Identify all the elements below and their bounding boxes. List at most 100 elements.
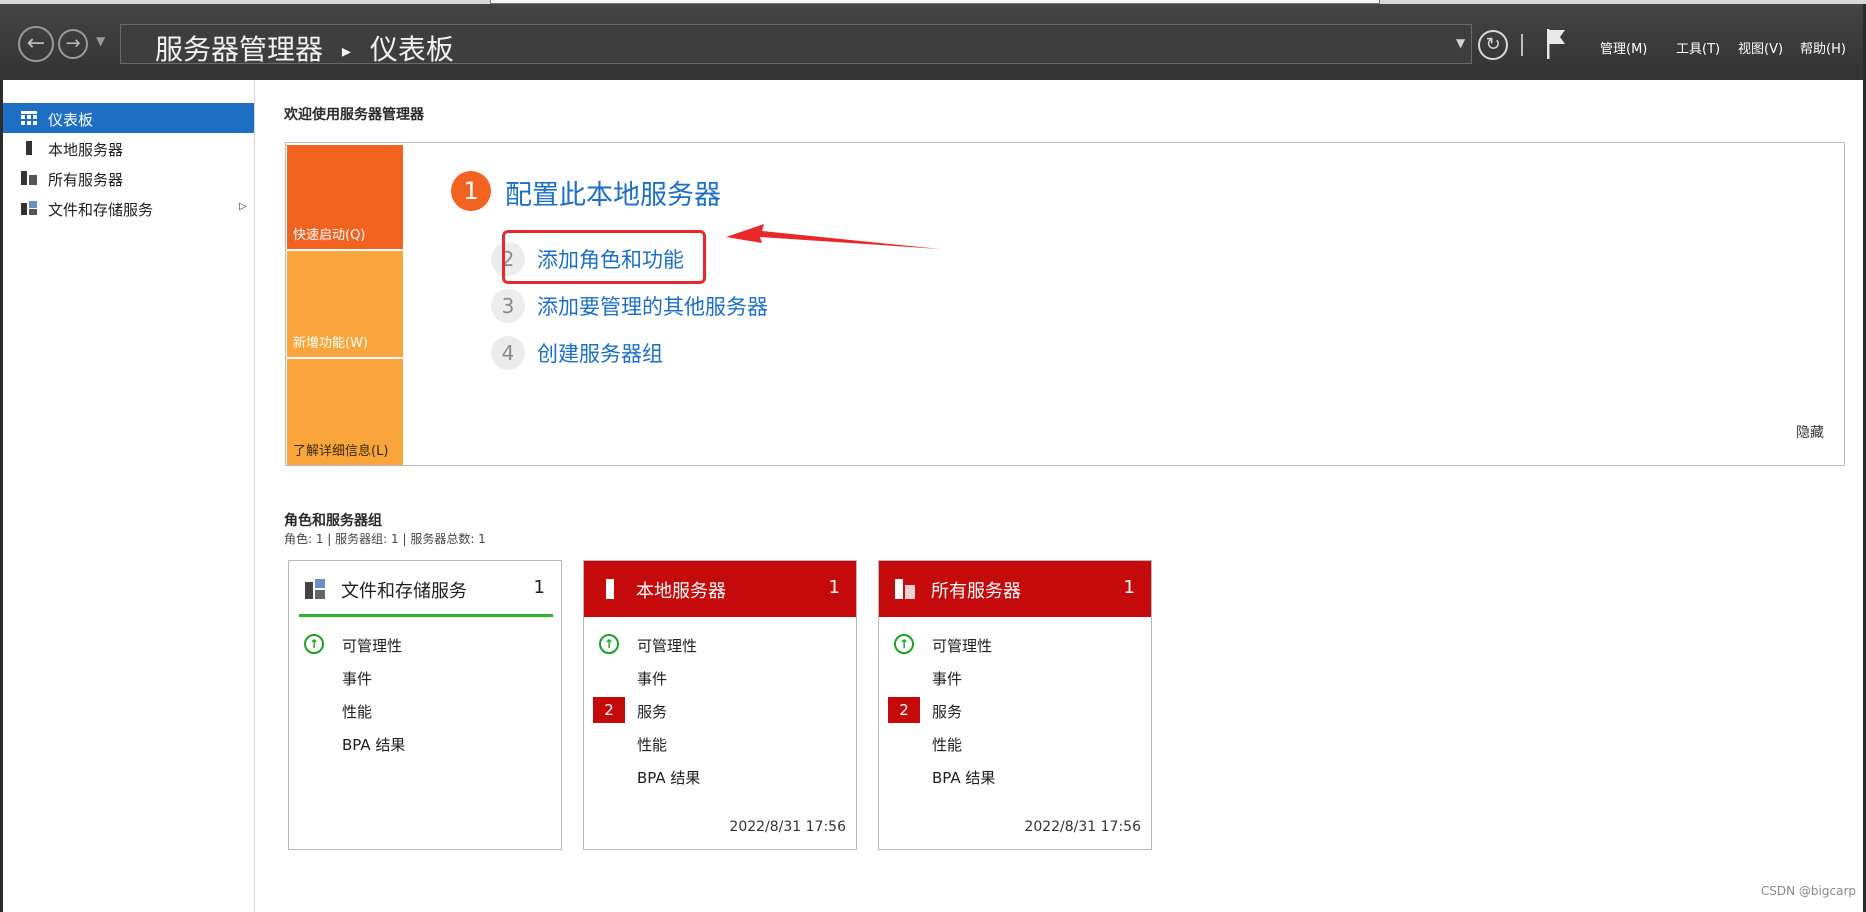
servers-icon (21, 171, 37, 185)
file-storage-icon (21, 201, 37, 215)
back-arrow-icon[interactable]: ← (18, 26, 54, 62)
row-label: 可管理性 (342, 637, 403, 655)
row-label: 服务 (932, 703, 963, 721)
status-ok-line (299, 614, 553, 617)
card-row-manageability[interactable]: ↑ 可管理性 (289, 630, 561, 658)
card-title: 文件和存储服务 (341, 581, 467, 602)
row-label: 可管理性 (637, 637, 698, 655)
refresh-icon[interactable]: ↻ (1478, 30, 1508, 60)
card-row-events[interactable]: 事件 (584, 663, 856, 691)
row-label: 服务 (637, 703, 668, 721)
card-timestamp: 2022/8/31 17:56 (729, 819, 846, 835)
roles-subtitle: 角色: 1 | 服务器组: 1 | 服务器总数: 1 (284, 532, 486, 546)
card-title: 本地服务器 (636, 581, 726, 602)
tab-whats-new[interactable]: 新增功能(W) (287, 251, 403, 357)
annotation-arrow-icon (726, 224, 940, 249)
menu-manage[interactable]: 管理(M) (1600, 38, 1647, 57)
alert-count-badge: 2 (593, 697, 625, 723)
notification-flag-icon[interactable] (1545, 28, 1567, 60)
card-row-performance[interactable]: 性能 (584, 729, 856, 757)
row-label: 性能 (342, 703, 373, 721)
step-link[interactable]: 创建服务器组 (537, 338, 663, 368)
card-row-bpa[interactable]: BPA 结果 (584, 762, 856, 790)
dashboard-icon (21, 111, 37, 125)
server-icon (606, 579, 614, 599)
status-up-icon: ↑ (599, 634, 619, 654)
tab-label: 快速启动(Q) (293, 228, 366, 243)
watermark: CSDN @bigcarp (1760, 884, 1856, 898)
row-label: 可管理性 (932, 637, 993, 655)
step-label[interactable]: 配置此本地服务器 (505, 173, 721, 212)
status-up-icon: ↑ (894, 634, 914, 654)
sidebar-item-all-servers[interactable]: 所有服务器 (3, 163, 254, 193)
card-row-manageability[interactable]: ↑ 可管理性 (879, 630, 1151, 658)
hide-link[interactable]: 隐藏 (1796, 422, 1824, 442)
row-label: 性能 (637, 736, 668, 754)
servers-icon (895, 579, 915, 599)
highlight-box (502, 230, 706, 284)
card-row-services[interactable]: 2 服务 (879, 696, 1151, 724)
role-card-local-server[interactable]: 本地服务器 1 ↑ 可管理性 事件 2 服务 性能 BPA 结果 2022/8/… (583, 560, 857, 850)
breadcrumb-page: 仪表板 (369, 33, 454, 66)
breadcrumb-separator-icon: ▸ (341, 40, 351, 62)
row-label: 性能 (932, 736, 963, 754)
card-count: 1 (1123, 577, 1135, 598)
sidebar-item-label: 所有服务器 (48, 171, 124, 189)
card-header[interactable]: 所有服务器 1 (879, 561, 1151, 617)
step-link[interactable]: 添加要管理的其他服务器 (537, 291, 768, 321)
history-dropdown-icon[interactable]: ▼ (96, 34, 105, 48)
card-row-performance[interactable]: 性能 (879, 729, 1151, 757)
card-count: 1 (533, 577, 545, 598)
tab-learn-more[interactable]: 了解详细信息(L) (287, 359, 403, 465)
card-timestamp: 2022/8/31 17:56 (1024, 819, 1141, 835)
card-row-manageability[interactable]: ↑ 可管理性 (584, 630, 856, 658)
sidebar-item-file-storage[interactable]: 文件和存储服务 ▷ (3, 193, 254, 223)
tab-label: 新增功能(W) (293, 336, 368, 351)
header-separator (1521, 34, 1523, 56)
step-number: 1 (451, 171, 491, 211)
card-header[interactable]: 文件和存储服务 1 (289, 561, 561, 617)
status-up-icon: ↑ (304, 634, 324, 654)
sidebar: 仪表板 本地服务器 所有服务器 文件和存储服务 ▷ (3, 80, 255, 912)
role-card-file-storage[interactable]: 文件和存储服务 1 ↑ 可管理性 事件 性能 BPA 结果 (288, 560, 562, 850)
breadcrumb: 服务器管理器 ▸ 仪表板 (120, 24, 1472, 66)
step-number: 4 (491, 336, 525, 370)
forward-arrow-icon[interactable]: → (58, 29, 88, 59)
card-row-bpa[interactable]: BPA 结果 (879, 762, 1151, 790)
role-card-all-servers[interactable]: 所有服务器 1 ↑ 可管理性 事件 2 服务 性能 BPA 结果 2022/8/… (878, 560, 1152, 850)
tab-label: 了解详细信息(L) (293, 444, 389, 459)
sidebar-item-label: 本地服务器 (48, 141, 124, 159)
tab-quickstart[interactable]: 快速启动(Q) (287, 145, 403, 249)
card-row-events[interactable]: 事件 (289, 663, 561, 691)
card-header[interactable]: 本地服务器 1 (584, 561, 856, 617)
sidebar-item-label: 仪表板 (48, 111, 94, 129)
sidebar-item-local-server[interactable]: 本地服务器 (3, 133, 254, 163)
alert-count-badge: 2 (888, 697, 920, 723)
server-icon (26, 141, 32, 155)
quickstart-panel: 快速启动(Q) 新增功能(W) 了解详细信息(L) 1 配置此本地服务器 2 添… (285, 142, 1845, 466)
sidebar-item-dashboard[interactable]: 仪表板 (3, 103, 254, 133)
row-label: 事件 (342, 670, 373, 688)
menu-tools[interactable]: 工具(T) (1676, 38, 1720, 57)
header-bar: ← → ▼ 服务器管理器 ▸ 仪表板 ▼ ↻ 管理(M) 工具(T) 视图(V)… (0, 4, 1866, 80)
file-storage-icon (305, 579, 325, 599)
welcome-title: 欢迎使用服务器管理器 (284, 107, 424, 123)
step-number: 3 (491, 289, 525, 323)
sidebar-item-label: 文件和存储服务 (48, 201, 154, 219)
card-row-bpa[interactable]: BPA 结果 (289, 729, 561, 757)
breadcrumb-app[interactable]: 服务器管理器 (155, 33, 323, 66)
row-label: 事件 (932, 670, 963, 688)
card-count: 1 (828, 577, 840, 598)
card-row-services[interactable]: 2 服务 (584, 696, 856, 724)
row-label: BPA 结果 (637, 769, 701, 787)
card-row-events[interactable]: 事件 (879, 663, 1151, 691)
expand-chevron-icon[interactable]: ▷ (239, 201, 247, 212)
roles-title: 角色和服务器组 (284, 513, 382, 529)
row-label: 事件 (637, 670, 668, 688)
breadcrumb-dropdown-icon[interactable]: ▼ (1456, 36, 1465, 50)
menu-view[interactable]: 视图(V) (1738, 38, 1783, 57)
card-title: 所有服务器 (931, 581, 1021, 602)
card-row-performance[interactable]: 性能 (289, 696, 561, 724)
row-label: BPA 结果 (342, 736, 406, 754)
menu-help[interactable]: 帮助(H) (1800, 38, 1846, 57)
